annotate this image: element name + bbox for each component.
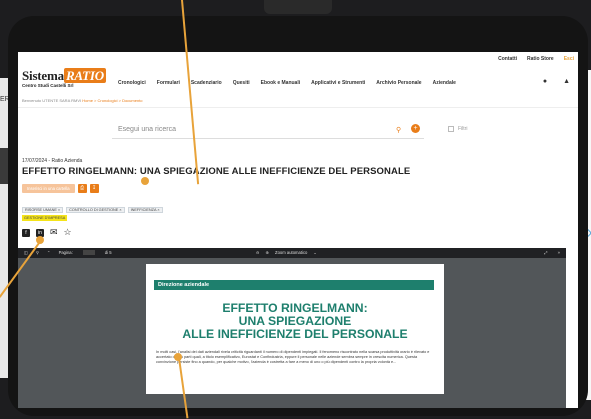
pdf-toolbar: ◫ ⚲ ⌃ Pagina: di 5 ⊖ ⊕ Zoom automatico ⌄ <box>18 248 566 258</box>
pdf-page: Direzione aziendale EFFETTO RINGELMANN: … <box>146 264 444 394</box>
page-total: di 5 <box>104 250 112 255</box>
nav-icons: ● ▲ <box>543 78 570 85</box>
welcome-text: Benvenuto UTENTE SARA RMVI <box>22 98 82 103</box>
ratio-store-link[interactable]: Ratio Store <box>527 56 554 62</box>
nav-item-archivio[interactable]: Archivio Personale <box>376 80 421 86</box>
page-number-input[interactable] <box>82 250 95 255</box>
pdf-viewer: ◫ ⚲ ⌃ Pagina: di 5 ⊖ ⊕ Zoom automatico ⌄ <box>18 248 566 408</box>
mail-icon[interactable]: ✉ <box>50 227 58 238</box>
facebook-icon[interactable]: f <box>22 228 30 237</box>
pdf-heading-line: ALLE INEFFICIENZE DEL PERSONALE <box>182 327 408 341</box>
annotation-dot <box>141 177 149 185</box>
section-band: Direzione aziendale <box>154 280 434 290</box>
nav-item-aziendale[interactable]: Aziendale <box>433 80 456 86</box>
brand-logo[interactable]: Sistema RATIO Centro Studi Castelli Srl <box>22 68 106 88</box>
camera-notch <box>264 0 332 14</box>
more-tools-icon[interactable]: » <box>558 250 560 255</box>
fullscreen-icon[interactable]: ⤢ <box>544 250 547 255</box>
add-icon[interactable]: + <box>411 124 420 133</box>
chevron-down-icon: ⌄ <box>313 250 317 255</box>
top-links: Contatti Ratio Store Esci <box>498 56 574 62</box>
nav-item-scadenziario[interactable]: Scadenziario <box>191 80 222 86</box>
search-icon[interactable]: ⚲ <box>396 126 401 134</box>
article-title: EFFETTO RINGELMANN: UNA SPIEGAZIONE ALLE… <box>22 166 411 177</box>
nav-item-applicativi[interactable]: Applicativi e Strumenti <box>311 80 365 86</box>
breadcrumb-path[interactable]: Home > Cronologici > Documento <box>82 98 142 103</box>
search-input[interactable]: Esegui una ricerca <box>112 122 424 139</box>
download-button[interactable]: ↧ <box>89 184 99 193</box>
tablet-screen: Contatti Ratio Store Esci Sistema RATIO C… <box>18 52 578 408</box>
tag-chip[interactable]: RISORSE UMANE × <box>22 207 64 213</box>
annotation-dot <box>174 353 182 361</box>
article-actions: Inserisci in una cartella ⎙ ↧ <box>22 184 99 193</box>
brand-name-b: RATIO <box>63 68 106 83</box>
add-to-folder-button[interactable]: Inserisci in una cartella <box>22 184 75 193</box>
filters-button[interactable]: Filtri <box>448 126 467 132</box>
share-bar: f in ✉ ☆ <box>22 227 72 238</box>
tag-highlight[interactable]: GESTIONE D'IMPRESA <box>22 215 68 221</box>
user-icon[interactable]: ● <box>543 78 547 85</box>
bell-icon[interactable]: ▲ <box>563 78 570 85</box>
sidebar-toggle-icon[interactable]: ◫ <box>24 250 28 255</box>
star-icon[interactable]: ☆ <box>64 227 72 238</box>
nav-item-ebook[interactable]: Ebook e Manuali <box>261 80 300 86</box>
pdf-body-text: In molti casi, l'analisi dei dati aziend… <box>156 350 430 365</box>
screenshot-stage: ER Contatti Ratio Store Esci Sistema RATI… <box>0 0 591 419</box>
page-label: Pagina: <box>58 250 73 255</box>
tag-chip[interactable]: INEFFICIENZA × <box>127 207 163 213</box>
nav-item-quesiti[interactable]: Quesiti <box>233 80 250 86</box>
search-icon[interactable]: ⚲ <box>36 250 39 255</box>
main-nav: Cronologici Formulari Scadenziario Quesi… <box>118 80 456 86</box>
nav-item-cronologici[interactable]: Cronologici <box>118 80 146 86</box>
article-meta: 17/07/2024 - Ratio Azienda <box>22 158 83 164</box>
filters-label: Filtri <box>458 126 468 132</box>
filter-icon <box>448 126 454 132</box>
prev-page-icon[interactable]: ⌃ <box>47 250 51 255</box>
logout-link[interactable]: Esci <box>564 56 574 62</box>
tag-chip[interactable]: CONTROLLO DI GESTIONE × <box>66 207 125 213</box>
breadcrumb: Benvenuto UTENTE SARA RMVI Home > Cronol… <box>22 98 143 103</box>
nav-item-formulari[interactable]: Formulari <box>157 80 180 86</box>
contatti-link[interactable]: Contatti <box>498 56 517 62</box>
print-button[interactable]: ⎙ <box>77 184 87 193</box>
zoom-select[interactable]: Zoom automatico <box>275 250 307 255</box>
pdf-heading: EFFETTO RINGELMANN: UNA SPIEGAZIONE ALLE… <box>146 302 444 341</box>
tag-list: RISORSE UMANE × CONTROLLO DI GESTIONE × … <box>22 207 222 213</box>
tablet-frame: Contatti Ratio Store Esci Sistema RATIO C… <box>8 16 588 416</box>
zoom-out-icon[interactable]: ⊖ <box>256 250 260 255</box>
zoom-in-icon[interactable]: ⊕ <box>266 250 270 255</box>
divider <box>18 107 578 108</box>
brand-name-a: Sistema <box>22 68 64 83</box>
annotation-dot <box>36 236 44 244</box>
